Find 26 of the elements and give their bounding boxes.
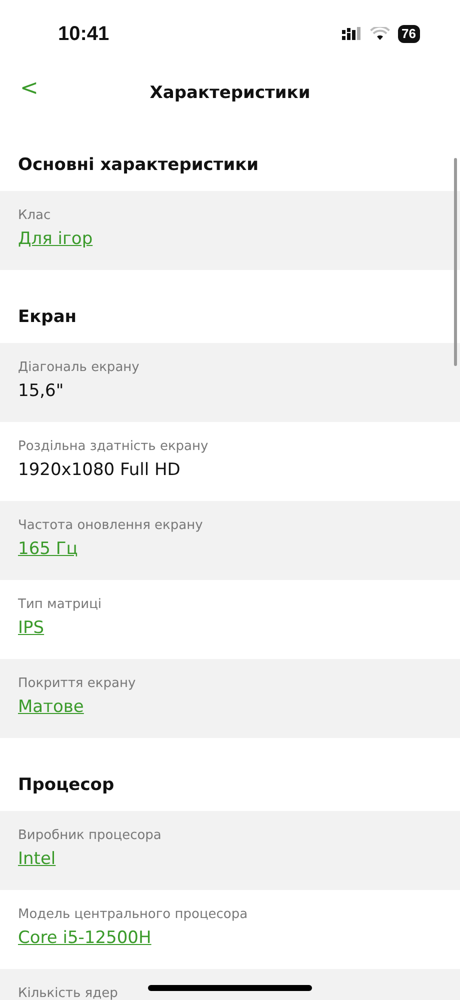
spec-label: Клас	[18, 208, 51, 223]
spec-label: Покриття екрану	[18, 676, 136, 691]
status-time: 10:41	[58, 22, 110, 46]
spec-label: Кількість ядер	[18, 986, 118, 1000]
spec-label: Тип матриці	[18, 597, 102, 612]
back-button[interactable]: <	[16, 76, 42, 101]
wifi-icon	[370, 27, 390, 41]
spec-link[interactable]: IPS	[18, 618, 44, 638]
spec-link[interactable]: Core i5-12500H	[18, 928, 152, 948]
spec-label: Роздільна здатність екрану	[18, 439, 208, 454]
section-title: Екран	[18, 307, 77, 327]
section-title: Процесор	[18, 775, 114, 795]
spec-link[interactable]: 165 Гц	[18, 539, 78, 559]
signal-icon	[342, 27, 362, 41]
spec-label: Діагональ екрану	[18, 360, 140, 375]
spec-link[interactable]: Для ігор	[18, 229, 93, 249]
spec-value: 15,6"	[18, 381, 64, 401]
spec-link[interactable]: Intel	[18, 849, 56, 869]
spec-link[interactable]: Матове	[18, 697, 84, 717]
section-title: Основні характеристики	[18, 155, 259, 175]
spec-label: Частота оновлення екрану	[18, 518, 203, 533]
spec-label: Виробник процесора	[18, 828, 162, 843]
page-title: Характеристики	[150, 83, 310, 103]
spec-value: 1920x1080 Full HD	[18, 460, 180, 480]
spec-label: Модель центрального процесора	[18, 907, 248, 922]
battery-level: 76	[398, 25, 420, 43]
